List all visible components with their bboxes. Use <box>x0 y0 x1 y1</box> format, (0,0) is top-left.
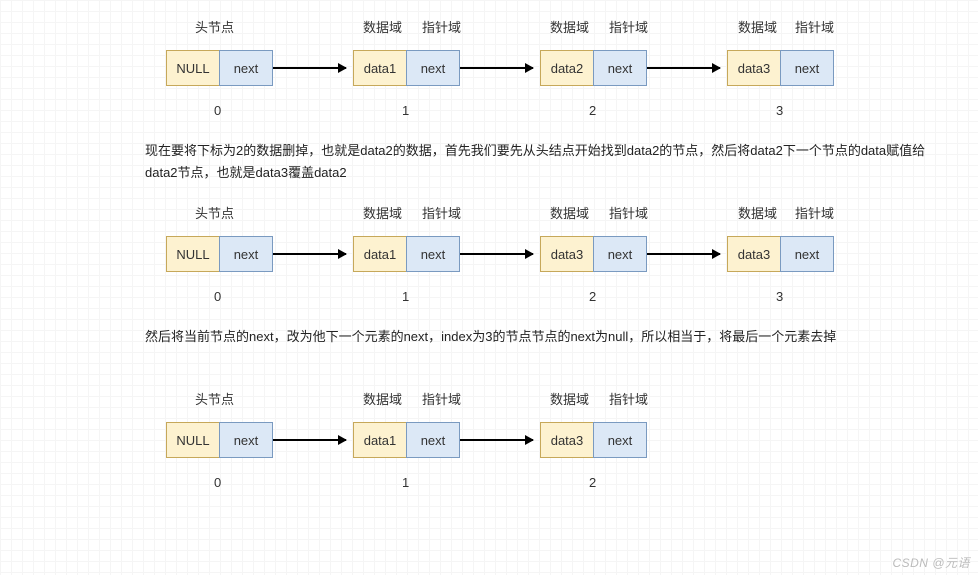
list-node: data2 next <box>540 50 647 86</box>
data-cell: NULL <box>166 422 220 458</box>
data-cell: data3 <box>540 236 594 272</box>
label-ptr: 指针域 <box>609 203 648 222</box>
label-ptr: 指针域 <box>795 17 834 36</box>
label-data: 数据域 <box>738 17 777 36</box>
index-label: 0 <box>214 289 221 304</box>
label-head: 头节点 <box>195 203 234 222</box>
ptr-cell: next <box>219 422 273 458</box>
list-node: NULL next <box>166 50 273 86</box>
description-text: 现在要将下标为2的数据删掉，也就是data2的数据，首先我们要先从头结点开始找到… <box>145 140 935 184</box>
data-cell: data1 <box>353 422 407 458</box>
index-label: 2 <box>589 475 596 490</box>
list-node: data1 next <box>353 50 460 86</box>
arrow-icon <box>273 439 346 441</box>
ptr-cell: next <box>593 236 647 272</box>
watermark-text: CSDN @元语 <box>892 554 970 571</box>
ptr-cell: next <box>780 50 834 86</box>
arrow-icon <box>460 439 533 441</box>
list-node: data3 next <box>540 422 647 458</box>
data-cell: data3 <box>727 236 781 272</box>
data-cell: data1 <box>353 236 407 272</box>
list-node: data3 next <box>727 236 834 272</box>
index-label: 1 <box>402 289 409 304</box>
ptr-cell: next <box>406 236 460 272</box>
index-label: 0 <box>214 475 221 490</box>
ptr-cell: next <box>593 422 647 458</box>
arrow-icon <box>273 253 346 255</box>
label-data: 数据域 <box>550 203 589 222</box>
data-cell: NULL <box>166 50 220 86</box>
index-label: 1 <box>402 475 409 490</box>
label-ptr: 指针域 <box>422 389 461 408</box>
ptr-cell: next <box>219 236 273 272</box>
label-data: 数据域 <box>363 389 402 408</box>
list-node: NULL next <box>166 422 273 458</box>
index-label: 2 <box>589 103 596 118</box>
label-ptr: 指针域 <box>422 17 461 36</box>
label-head: 头节点 <box>195 389 234 408</box>
label-ptr: 指针域 <box>795 203 834 222</box>
label-head: 头节点 <box>195 17 234 36</box>
arrow-icon <box>460 253 533 255</box>
arrow-icon <box>647 253 720 255</box>
label-data: 数据域 <box>550 389 589 408</box>
index-label: 2 <box>589 289 596 304</box>
description-text: 然后将当前节点的next，改为他下一个元素的next，index为3的节点节点的… <box>145 326 935 348</box>
label-ptr: 指针域 <box>609 17 648 36</box>
label-data: 数据域 <box>550 17 589 36</box>
index-label: 3 <box>776 103 783 118</box>
label-data: 数据域 <box>738 203 777 222</box>
list-node: data1 next <box>353 236 460 272</box>
ptr-cell: next <box>219 50 273 86</box>
index-label: 3 <box>776 289 783 304</box>
label-data: 数据域 <box>363 17 402 36</box>
ptr-cell: next <box>593 50 647 86</box>
label-ptr: 指针域 <box>422 203 461 222</box>
arrow-icon <box>647 67 720 69</box>
list-node: data3 next <box>727 50 834 86</box>
list-node: data3 next <box>540 236 647 272</box>
label-ptr: 指针域 <box>609 389 648 408</box>
list-node: NULL next <box>166 236 273 272</box>
data-cell: data3 <box>540 422 594 458</box>
index-label: 1 <box>402 103 409 118</box>
label-data: 数据域 <box>363 203 402 222</box>
ptr-cell: next <box>406 50 460 86</box>
ptr-cell: next <box>406 422 460 458</box>
data-cell: NULL <box>166 236 220 272</box>
data-cell: data2 <box>540 50 594 86</box>
ptr-cell: next <box>780 236 834 272</box>
index-label: 0 <box>214 103 221 118</box>
data-cell: data3 <box>727 50 781 86</box>
arrow-icon <box>460 67 533 69</box>
arrow-icon <box>273 67 346 69</box>
data-cell: data1 <box>353 50 407 86</box>
list-node: data1 next <box>353 422 460 458</box>
